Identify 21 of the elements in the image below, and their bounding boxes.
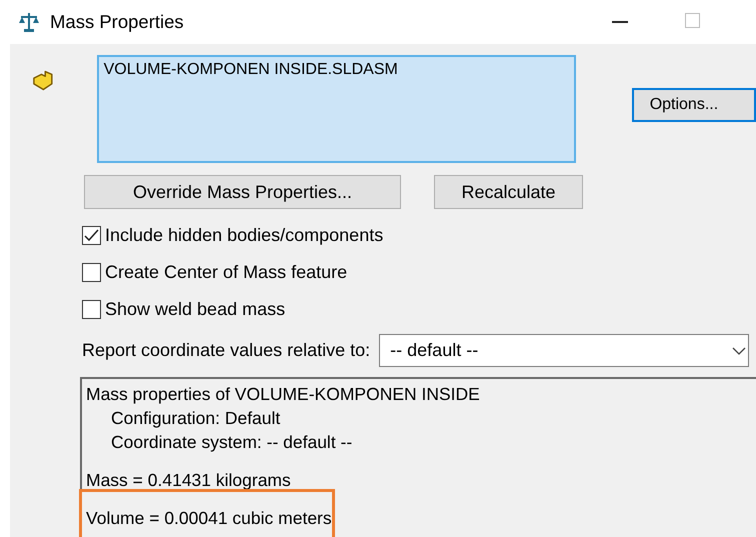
coordinate-label: Report coordinate values relative to: (82, 340, 370, 361)
list-item[interactable]: VOLUME-KOMPONEN INSIDE.SLDASM (104, 61, 569, 79)
scale-icon (18, 11, 40, 33)
options-button[interactable]: Options... (632, 88, 756, 122)
checkbox[interactable] (82, 226, 101, 244)
report-line: Configuration: Default (110, 407, 280, 430)
report-line: Coordinate system: -- default -- (110, 431, 352, 454)
checkbox[interactable] (82, 262, 101, 282)
checkbox[interactable] (82, 300, 101, 318)
recalculate-button[interactable]: Recalculate (434, 175, 583, 209)
window-title: Mass Properties (50, 11, 184, 33)
report-line: Volume = 0.00041 cubic meters (82, 492, 332, 537)
report-line: Mass = 0.41431 kilograms (86, 469, 291, 492)
report-line: Mass properties of VOLUME-KOMPONEN INSIDE (86, 383, 480, 406)
checkbox-label: Show weld bead mass (105, 298, 286, 320)
selection-list[interactable]: VOLUME-KOMPONEN INSIDE.SLDASM (96, 55, 576, 163)
checkbox-label: Create Center of Mass feature (105, 262, 348, 282)
chevron-icon (732, 347, 746, 355)
override-button[interactable]: Override Mass Properties... (84, 175, 401, 209)
checkbox-label: Include hidden bodies/components (105, 224, 384, 246)
coordinate-dropdown[interactable]: -- default -- (379, 334, 750, 367)
